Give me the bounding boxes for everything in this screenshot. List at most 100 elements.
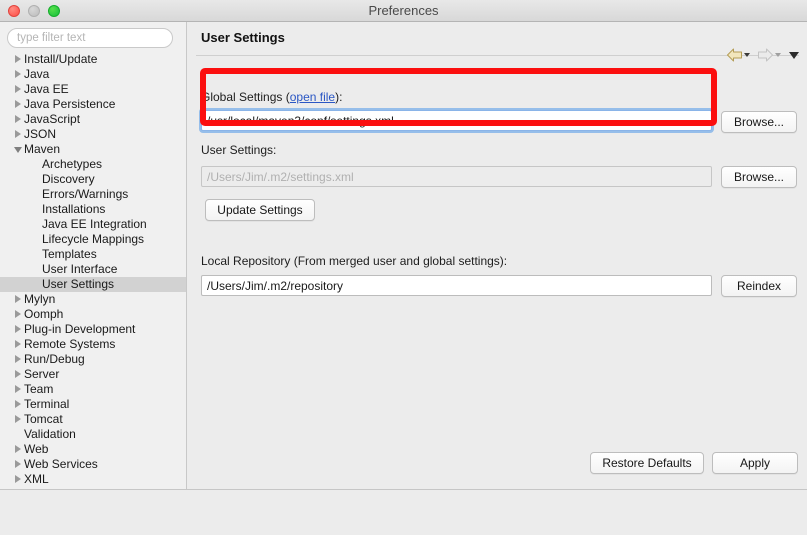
sidebar-item-validation[interactable]: Validation	[0, 427, 186, 442]
title-divider	[196, 55, 799, 56]
sidebar-item-label: Remote Systems	[24, 337, 116, 351]
sidebar-item-install-update[interactable]: Install/Update	[0, 52, 186, 67]
sidebar-item-label: Java EE	[24, 82, 69, 96]
view-menu-chevron-down-icon[interactable]	[789, 51, 799, 59]
global-settings-label-prefix: Global Settings (	[201, 90, 290, 104]
twisty-collapsed-icon[interactable]	[15, 460, 21, 468]
twisty-collapsed-icon[interactable]	[15, 295, 21, 303]
sidebar-item-remote-systems[interactable]: Remote Systems	[0, 337, 186, 352]
twisty-collapsed-icon[interactable]	[15, 100, 21, 108]
global-settings-label: Global Settings (open file):	[201, 90, 342, 104]
sidebar-item-user-interface[interactable]: User Interface	[0, 262, 186, 277]
sidebar-item-label: User Settings	[42, 277, 115, 291]
sidebar-item-label: Templates	[42, 247, 97, 261]
twisty-collapsed-icon[interactable]	[15, 70, 21, 78]
sidebar-item-label: Web	[24, 442, 49, 456]
sidebar-item-label: Install/Update	[24, 52, 98, 66]
sidebar-item-java-ee[interactable]: Java EE	[0, 82, 186, 97]
twisty-collapsed-icon[interactable]	[15, 115, 21, 123]
sidebar-item-java-ee-integration[interactable]: Java EE Integration	[0, 217, 186, 232]
twisty-collapsed-icon[interactable]	[15, 400, 21, 408]
forward-arrow-icon	[758, 48, 773, 62]
twisty-collapsed-icon[interactable]	[15, 55, 21, 63]
global-settings-label-suffix: ):	[335, 90, 343, 104]
sidebar-item-errors-warnings[interactable]: Errors/Warnings	[0, 187, 186, 202]
local-repository-input[interactable]	[201, 275, 712, 296]
window-title: Preferences	[368, 3, 439, 18]
sidebar-item-lifecycle-mappings[interactable]: Lifecycle Mappings	[0, 232, 186, 247]
back-dropdown-chevron-down-icon[interactable]	[744, 53, 750, 57]
sidebar-item-web-services[interactable]: Web Services	[0, 457, 186, 472]
twisty-collapsed-icon[interactable]	[15, 445, 21, 453]
sidebar-item-label: Team	[24, 382, 54, 396]
twisty-collapsed-icon[interactable]	[15, 85, 21, 93]
forward-dropdown-chevron-down-icon[interactable]	[775, 53, 781, 57]
sidebar-item-xml[interactable]: XML	[0, 472, 186, 487]
sidebar-item-terminal[interactable]: Terminal	[0, 397, 186, 412]
sidebar-item-label: Installations	[42, 202, 106, 216]
twisty-collapsed-icon[interactable]	[15, 340, 21, 348]
apply-button[interactable]: Apply	[712, 452, 798, 474]
sidebar-item-maven[interactable]: Maven	[0, 142, 186, 157]
preferences-sidebar: Install/UpdateJavaJava EEJava Persistenc…	[0, 22, 187, 489]
back-arrow-icon	[727, 48, 742, 62]
twisty-collapsed-icon[interactable]	[15, 370, 21, 378]
navigation-toolbar	[726, 48, 799, 62]
twisty-collapsed-icon[interactable]	[15, 130, 21, 138]
user-settings-browse-button[interactable]: Browse...	[721, 166, 797, 188]
global-settings-browse-button[interactable]: Browse...	[721, 111, 797, 133]
sidebar-item-label: Errors/Warnings	[42, 187, 129, 201]
twisty-collapsed-icon[interactable]	[15, 355, 21, 363]
sidebar-item-web[interactable]: Web	[0, 442, 186, 457]
sidebar-item-label: Terminal	[24, 397, 70, 411]
sidebar-item-java[interactable]: Java	[0, 67, 186, 82]
sidebar-item-label: Mylyn	[24, 292, 56, 306]
update-settings-button[interactable]: Update Settings	[205, 199, 315, 221]
twisty-expanded-icon[interactable]	[14, 147, 22, 153]
sidebar-item-oomph[interactable]: Oomph	[0, 307, 186, 322]
back-button[interactable]	[726, 48, 750, 62]
twisty-collapsed-icon[interactable]	[15, 415, 21, 423]
sidebar-item-label: Java Persistence	[24, 97, 116, 111]
sidebar-item-mylyn[interactable]: Mylyn	[0, 292, 186, 307]
sidebar-item-label: JavaScript	[24, 112, 81, 126]
sidebar-item-label: Lifecycle Mappings	[42, 232, 145, 246]
sidebar-item-label: Web Services	[24, 457, 98, 471]
sidebar-item-archetypes[interactable]: Archetypes	[0, 157, 186, 172]
sidebar-item-discovery[interactable]: Discovery	[0, 172, 186, 187]
sidebar-item-server[interactable]: Server	[0, 367, 186, 382]
sidebar-item-plug-in-development[interactable]: Plug-in Development	[0, 322, 186, 337]
sidebar-item-json[interactable]: JSON	[0, 127, 186, 142]
sidebar-item-label: Server	[24, 367, 60, 381]
sidebar-item-run-debug[interactable]: Run/Debug	[0, 352, 186, 367]
main-panel: User Settings Global Settings (open file…	[188, 22, 807, 489]
global-settings-input[interactable]	[201, 110, 712, 131]
reindex-button[interactable]: Reindex	[721, 275, 797, 297]
title-bar: Preferences	[0, 0, 807, 22]
sidebar-item-templates[interactable]: Templates	[0, 247, 186, 262]
settings-tree[interactable]: Install/Update Java Java EE Java Persistenc…	[0, 52, 186, 489]
open-file-link[interactable]: open file	[290, 90, 335, 104]
twisty-collapsed-icon[interactable]	[15, 385, 21, 393]
sidebar-item-installations[interactable]: Installations	[0, 202, 186, 217]
twisty-collapsed-icon[interactable]	[15, 475, 21, 483]
page-title: User Settings	[201, 30, 285, 45]
sidebar-item-label: Archetypes	[42, 157, 103, 171]
restore-defaults-button[interactable]: Restore Defaults	[590, 452, 704, 474]
sidebar-item-user-settings[interactable]: User Settings	[0, 277, 186, 292]
sidebar-item-tomcat[interactable]: Tomcat	[0, 412, 186, 427]
sidebar-item-label: Tomcat	[24, 412, 63, 426]
sidebar-item-java-persistence[interactable]: Java Persistence	[0, 97, 186, 112]
twisty-collapsed-icon[interactable]	[15, 310, 21, 318]
sidebar-item-javascript[interactable]: JavaScript	[0, 112, 186, 127]
sidebar-item-label: Java EE Integration	[42, 217, 147, 231]
sidebar-item-label: JSON	[24, 127, 57, 141]
sidebar-item-label: Run/Debug	[24, 352, 85, 366]
twisty-collapsed-icon[interactable]	[15, 325, 21, 333]
sidebar-item-team[interactable]: Team	[0, 382, 186, 397]
user-settings-input[interactable]	[201, 166, 712, 187]
search-input[interactable]	[7, 28, 173, 48]
sidebar-item-label: XML	[24, 472, 49, 486]
forward-button[interactable]	[757, 48, 781, 62]
sidebar-item-label: User Interface	[42, 262, 118, 276]
